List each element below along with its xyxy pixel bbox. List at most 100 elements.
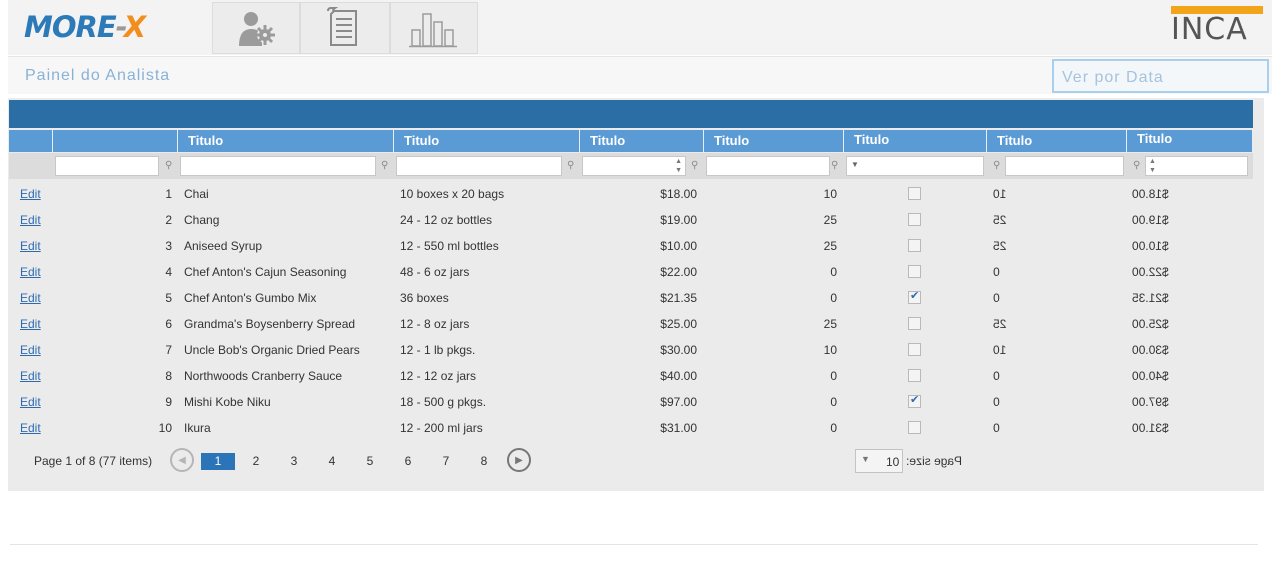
cell-stock: 10 [823,187,837,201]
page-number-button[interactable]: 5 [353,453,387,470]
cell-price: $40.00 [660,369,697,383]
header-stock-mirror-column[interactable]: Titulo [987,130,1127,152]
logo-dash: - [115,10,125,44]
cell-id: 6 [165,317,172,331]
page-number-button[interactable]: 1 [201,453,235,470]
edit-link[interactable]: Edit [20,317,41,331]
user-gear-icon [239,12,275,46]
discontinued-checkbox[interactable] [908,239,921,252]
view-by-date-button[interactable]: Ver por Data [1052,59,1269,93]
discontinued-checkbox[interactable] [908,213,921,226]
cell-stock: 0 [830,369,837,383]
cell-quantity: 18 - 500 g pkgs. [400,395,487,409]
edit-link[interactable]: Edit [20,395,41,409]
filter-quantity-input[interactable] [396,156,562,176]
nav-documents-button[interactable] [300,2,390,54]
discontinued-checkbox[interactable] [908,369,921,382]
cell-name: Grandma's Boysenberry Spread [184,317,356,331]
cell-price-mirror: $40.00 [1132,369,1169,383]
header-price-column[interactable]: Titulo [580,130,704,152]
filter-icon[interactable]: ⚲ [993,160,1003,172]
cell-stock-mirror: 25 [993,213,1007,227]
discontinued-checkbox[interactable] [908,289,921,304]
page-size-value: 10 [886,455,900,469]
cell-name: Chef Anton's Gumbo Mix [184,291,317,305]
pager: Page 1 of 8 (77 items) ◀ 12345678 ▶ ▼ 10… [8,446,1264,476]
cell-price-mirror: $25.00 [1132,317,1169,331]
header-quantity-column[interactable]: Titulo [394,130,580,152]
header-name-column[interactable]: Titulo [178,130,394,152]
filter-icon[interactable]: ⚲ [567,160,577,172]
page-number-button[interactable]: 3 [277,453,311,470]
spinner-arrows-icon[interactable]: ▲ ▼ [1149,157,1156,175]
filter-discontinued-select[interactable]: ▼ [846,156,984,176]
filter-stock-mirror-input[interactable] [1005,156,1124,176]
filter-icon[interactable]: ⚲ [381,160,391,172]
header-price-mirror-column[interactable]: Titulo [1127,130,1253,152]
next-page-icon[interactable]: ▶ [507,448,531,472]
edit-link[interactable]: Edit [20,187,41,201]
pager-info: Page 1 of 8 (77 items) [34,454,153,468]
cell-quantity: 24 - 12 oz bottles [400,213,493,227]
edit-link[interactable]: Edit [20,213,41,227]
cell-quantity: 12 - 550 ml bottles [400,239,499,253]
nav-users-button[interactable] [212,2,300,54]
discontinued-checkbox[interactable] [908,265,921,278]
page-number-button[interactable]: 8 [467,453,501,470]
header-id-column[interactable] [53,130,178,152]
logo-x: X [123,10,146,44]
filter-name-input[interactable] [180,156,376,176]
cell-price-mirror: $18.00 [1132,187,1169,201]
filter-stock-input[interactable] [706,156,830,176]
discontinued-checkbox[interactable] [908,343,921,356]
header-discontinued-column[interactable]: Titulo [844,130,987,152]
discontinued-checkbox[interactable] [908,317,921,330]
filter-icon[interactable]: ⚲ [691,160,701,172]
table-row: Edit 9 Mishi Kobe Niku 18 - 500 g pkgs. $97.… [8,388,1264,414]
products-grid: Titulo Titulo Titulo Titulo Titulo Titul… [8,98,1264,491]
filter-icon[interactable]: ⚲ [1133,160,1143,172]
page-number-button[interactable]: 2 [239,453,273,470]
cell-stock-mirror: 10 [993,187,1007,201]
prev-page-icon[interactable]: ◀ [170,448,194,472]
filter-id-input[interactable] [55,156,159,176]
inca-text: INCA [1171,12,1248,47]
spinner-arrows-icon[interactable]: ▲ ▼ [675,157,682,175]
filter-price-mirror-spinner[interactable]: ▲ ▼ [1145,156,1248,176]
table-row: Edit 10 Ikura 12 - 200 ml jars $31.00 0 0 $31.0… [8,414,1264,440]
cell-stock: 0 [830,265,837,279]
cell-stock: 25 [823,239,837,253]
edit-link[interactable]: Edit [20,343,41,357]
edit-link[interactable]: Edit [20,265,41,279]
bar-chart-icon [409,13,457,48]
filter-icon[interactable]: ⚲ [831,160,841,172]
morex-logo[interactable]: MORE-X [24,10,146,44]
filter-price-spinner[interactable]: ▲ ▼ [582,156,686,176]
page-number-button[interactable]: 4 [315,453,349,470]
page-size-select[interactable]: ▼ 10 [855,449,903,473]
filter-icon[interactable]: ⚲ [165,160,175,172]
page-number-button[interactable]: 6 [391,453,425,470]
header-stock-column[interactable]: Titulo [704,130,844,152]
cell-price: $31.00 [660,421,697,435]
filter-row: ⚲ ⚲ ⚲ ▲ ▼ ⚲ ⚲ ▼ ⚲ ⚲ ▲ ▼ [9,153,1253,179]
edit-link[interactable]: Edit [20,291,41,305]
edit-link[interactable]: Edit [20,369,41,383]
chevron-down-icon: ▼ [861,454,870,464]
cell-price-mirror: $31.00 [1132,421,1169,435]
cell-name: Uncle Bob's Organic Dried Pears [184,343,360,357]
nav-charts-button[interactable] [390,2,478,54]
cell-stock: 0 [830,395,837,409]
discontinued-checkbox[interactable] [908,421,921,434]
cell-quantity: 12 - 8 oz jars [400,317,470,331]
edit-link[interactable]: Edit [20,239,41,253]
discontinued-checkbox[interactable] [908,187,921,200]
cell-id: 5 [165,291,172,305]
discontinued-checkbox[interactable] [908,393,921,408]
page-number-button[interactable]: 7 [429,453,463,470]
cell-price: $22.00 [660,265,697,279]
cell-id: 1 [165,187,172,201]
edit-link[interactable]: Edit [20,421,41,435]
cell-stock-mirror: 0 [993,395,1000,409]
cell-name: Chang [184,213,220,227]
